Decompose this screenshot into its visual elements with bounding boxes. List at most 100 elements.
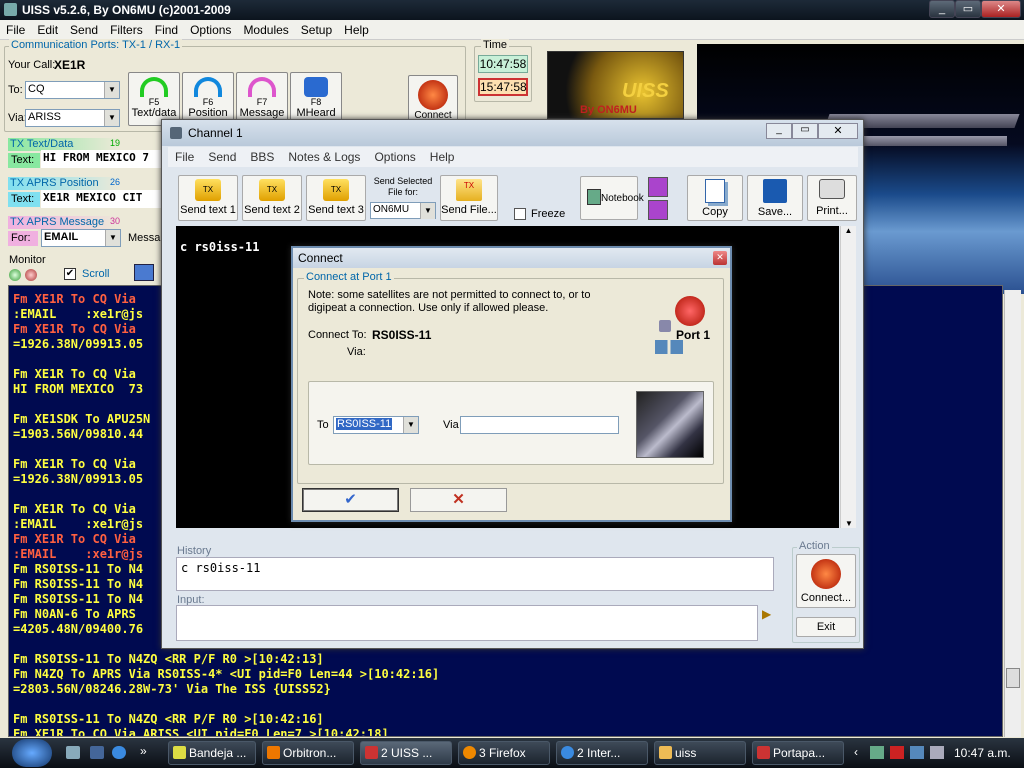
menu-modules[interactable]: Modules [237, 20, 294, 37]
dialog-to-select[interactable]: RS0ISS-11 ▼ [333, 416, 419, 434]
satellite-tx-icon: TX [259, 179, 285, 201]
f5-label: F5 [148, 97, 160, 107]
your-call-value: XE1R [54, 58, 86, 72]
taskbar-item-bandeja[interactable]: Bandeja ... [168, 741, 256, 765]
channel-menu-notes-logs[interactable]: Notes & Logs [281, 147, 367, 167]
menu-find[interactable]: Find [149, 20, 184, 37]
via-select-value: ARISS [28, 111, 62, 123]
tx-aprs-message-count: 30 [109, 216, 120, 226]
tray-expand-icon[interactable]: ‹ [854, 745, 858, 759]
menu-send[interactable]: Send [64, 20, 104, 37]
freeze-label: Freeze [531, 208, 566, 220]
print-button[interactable]: Print... [807, 175, 857, 221]
save-button[interactable]: Save... [747, 175, 803, 221]
message-field-label: Messa [128, 232, 161, 244]
start-button[interactable] [12, 739, 52, 767]
send-text-1-label: Send text 1 [180, 204, 236, 216]
channel-menu-send[interactable]: Send [201, 147, 243, 167]
maximize-button[interactable]: ▭ [955, 0, 981, 18]
terminal-scrollbar[interactable]: ▲ ▼ [840, 226, 856, 528]
dialog-title: Connect [298, 251, 343, 265]
taskbar-item-internet-explorer[interactable]: 2 Inter... [556, 741, 648, 765]
logo-byline: By ON6MU [580, 104, 637, 116]
channel-menu-help[interactable]: Help [423, 147, 462, 167]
book-icon-top[interactable] [648, 177, 668, 197]
quicklaunch-more-icon[interactable]: » [140, 744, 147, 758]
channel-connect-button[interactable]: Connect... [796, 554, 856, 608]
for-select[interactable]: EMAIL ▼ [41, 229, 121, 247]
minimize-button[interactable]: _ [929, 0, 955, 18]
time-label: Time [481, 39, 510, 51]
menu-options[interactable]: Options [184, 20, 237, 37]
comm-ports-label: Communication Ports: TX-1 / RX-1 [9, 39, 183, 51]
menu-setup[interactable]: Setup [295, 20, 338, 37]
notebook-button[interactable]: Notebook [580, 176, 644, 220]
tx-text-input[interactable]: HI FROM MEXICO 7 [41, 150, 161, 168]
taskbar-clock[interactable]: 10:47 a.m. [954, 746, 1011, 760]
channel-menu-bbs[interactable]: BBS [243, 147, 281, 167]
f7-message-button[interactable]: F7 Message [236, 72, 288, 126]
channel-close-button[interactable]: ✕ [818, 123, 858, 139]
mheard-icon [304, 77, 328, 97]
send-text-2-label: Send text 2 [244, 204, 300, 216]
send-file-button[interactable]: TX Send File... [440, 175, 498, 221]
send-text-1-button[interactable]: TX Send text 1 [178, 175, 238, 221]
utc-time: 15:47:58 [478, 78, 528, 96]
tray-antivirus-icon[interactable] [890, 746, 904, 759]
scroll-checkbox[interactable]: ✔ [64, 268, 76, 280]
exit-button[interactable]: Exit [796, 617, 856, 637]
send-input-arrow-icon[interactable]: ▶ [762, 607, 776, 637]
channel-menu-options[interactable]: Options [367, 147, 422, 167]
taskbar-item-orbitron[interactable]: Orbitron... [262, 741, 354, 765]
quicklaunch-desktop-icon[interactable] [66, 746, 80, 759]
menu-help[interactable]: Help [338, 20, 375, 37]
dialog-ok-button[interactable]: ✔ [302, 488, 399, 512]
monitor-label: Monitor [9, 254, 46, 266]
f5-text-data-button[interactable]: F5 Text/data [128, 72, 180, 126]
input-box[interactable] [176, 605, 758, 641]
connect-antenna-icon [418, 80, 448, 110]
freeze-checkbox[interactable] [514, 208, 526, 220]
wifi-green-icon [140, 77, 168, 97]
tx-aprs-position-input[interactable]: XE1R MEXICO CIT [41, 190, 161, 208]
copy-button[interactable]: Copy [687, 175, 743, 221]
menu-file[interactable]: File [0, 20, 31, 37]
taskbar-item-uiss-folder[interactable]: uiss [654, 741, 746, 765]
monitor-line: Fm XE1R To CQ Via ARISS <UI pid=F0 Len=7… [13, 727, 389, 737]
tray-network-icon[interactable] [870, 746, 884, 759]
quicklaunch-switch-icon[interactable] [90, 746, 104, 759]
taskbar-item-uiss-group[interactable]: 2 UISS ... [360, 741, 452, 765]
dialog-via-input[interactable] [460, 416, 619, 434]
f8-mheard-button[interactable]: F8 MHeard [290, 72, 342, 126]
channel-minimize-button[interactable]: _ [766, 123, 792, 139]
tray-volume-icon[interactable] [930, 746, 944, 759]
history-box[interactable]: c rs0iss-11 [176, 557, 774, 591]
send-text-2-button[interactable]: TX Send text 2 [242, 175, 302, 221]
taskbar-item-firefox[interactable]: 3 Firefox [458, 741, 550, 765]
dialog-cancel-button[interactable]: ✕ [410, 488, 507, 512]
red-led-icon [25, 269, 37, 281]
book-icon-bottom[interactable] [648, 200, 668, 220]
via-select[interactable]: ARISS ▼ [25, 109, 120, 127]
chevron-down-icon: ▼ [104, 82, 119, 98]
monitor-scrollbar[interactable] [1004, 290, 1021, 737]
quicklaunch-ie-icon[interactable] [112, 746, 126, 759]
dialog-close-button[interactable]: ✕ [713, 251, 727, 265]
channel-maximize-button[interactable]: ▭ [792, 123, 818, 139]
send-file-for-select[interactable]: ON6MU ▼ [370, 202, 436, 219]
close-button[interactable]: ✕ [981, 0, 1021, 18]
for-select-value: EMAIL [44, 231, 79, 243]
send-text-3-button[interactable]: TX Send text 3 [306, 175, 366, 221]
to-select[interactable]: CQ ▼ [25, 81, 120, 99]
taskbar-item-label: Portapa... [773, 746, 826, 760]
taskbar-item-portapapeles[interactable]: Portapa... [752, 741, 844, 765]
menu-filters[interactable]: Filters [104, 20, 149, 37]
monitor-line: =2803.56N/08246.28W-73' Via The ISS {UIS… [13, 682, 331, 696]
channel-menu-file[interactable]: File [168, 147, 201, 167]
monitor-scroll-thumb[interactable] [1006, 668, 1020, 688]
menu-edit[interactable]: Edit [31, 20, 64, 37]
history-text: c rs0iss-11 [181, 561, 261, 575]
satellite-icon [659, 320, 671, 332]
tray-monitor-icon[interactable] [910, 746, 924, 759]
f6-position-button[interactable]: F6 Position [182, 72, 234, 126]
